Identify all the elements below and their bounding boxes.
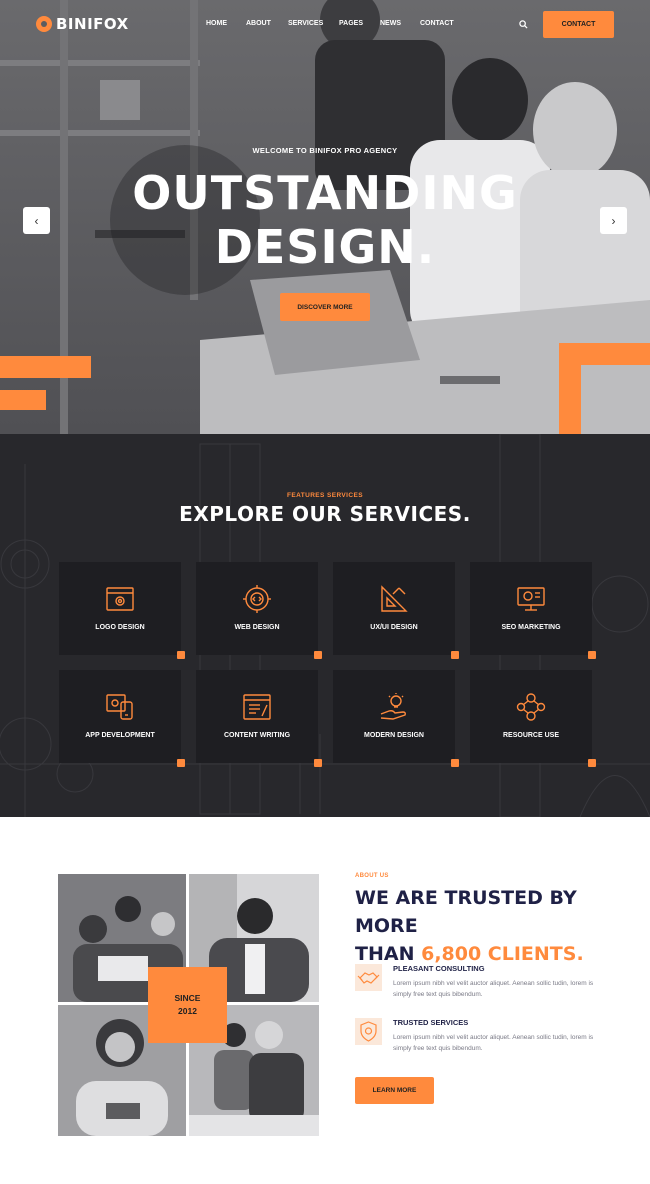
hero-title-line2: DESIGN. <box>214 220 436 274</box>
decorative-corner <box>559 343 650 434</box>
menu-item-contact[interactable]: CONTACT <box>420 20 454 27</box>
document-pen-icon <box>243 694 271 720</box>
services-title: EXPLORE OUR SERVICES. <box>179 502 471 526</box>
decorative-bar <box>0 356 91 378</box>
hero-title-line1: OUTSTANDING <box>132 166 518 220</box>
card-corner-accent <box>177 651 185 659</box>
discover-more-button[interactable]: DISCOVER MORE <box>280 293 370 321</box>
menu-item-services[interactable]: SERVICES <box>288 20 339 27</box>
feature-title: PLEASANT CONSULTING <box>393 964 485 973</box>
card-corner-accent <box>588 759 596 767</box>
since-year: 2012 <box>178 1006 197 1016</box>
service-label: CONTENT WRITING <box>223 732 291 739</box>
about-title: WE ARE TRUSTED BY MORE THAN 6,800 CLIENT… <box>355 884 625 968</box>
learn-more-button[interactable]: LEARN MORE <box>355 1077 434 1104</box>
about-title-highlight: 6,800 CLIENTS. <box>421 943 584 965</box>
network-people-icon <box>516 693 546 721</box>
monitor-chart-icon <box>517 587 545 611</box>
feature-icon-box <box>355 1018 382 1045</box>
service-card-ux-ui-design[interactable]: UX/UI DESIGN <box>333 562 459 659</box>
feature-title: TRUSTED SERVICES <box>393 1018 469 1027</box>
menu-item-about[interactable]: ABOUT <box>246 20 288 27</box>
card-corner-accent <box>588 651 596 659</box>
about-kicker: ABOUT US <box>355 873 389 879</box>
service-card-modern-design[interactable]: MODERN DESIGN <box>333 670 459 767</box>
service-card-content-writing[interactable]: CONTENT WRITING <box>196 670 322 767</box>
handshake-icon <box>357 972 380 984</box>
logo-icon <box>36 16 52 32</box>
main-menu: HOME ABOUT SERVICES PAGES NEWS CONTACT <box>206 20 454 27</box>
card-corner-accent <box>314 651 322 659</box>
service-card-resource-use[interactable]: RESOURCE USE <box>470 670 596 767</box>
top-navigation: BINIFOX HOME ABOUT SERVICES PAGES NEWS C… <box>0 0 650 50</box>
card-corner-accent <box>314 759 322 767</box>
about-title-part1: WE ARE TRUSTED BY MORE <box>355 887 577 937</box>
service-card-seo-marketing[interactable]: SEO MARKETING <box>470 562 596 659</box>
hero-slider: BINIFOX HOME ABOUT SERVICES PAGES NEWS C… <box>0 0 650 434</box>
card-corner-accent <box>177 759 185 767</box>
services-kicker: FEATURES SERVICES <box>287 492 363 499</box>
feature-text: Lorem ipsum nibh vel velit auctor alique… <box>393 1034 594 1052</box>
hero-title: OUTSTANDING DESIGN. <box>0 166 650 274</box>
since-label: SINCE <box>174 993 201 1003</box>
gear-code-icon <box>243 585 271 613</box>
hand-bulb-icon <box>380 693 406 720</box>
contact-button[interactable]: CONTACT <box>543 11 614 38</box>
feature-icon-box <box>355 964 382 991</box>
card-corner-accent <box>451 759 459 767</box>
hero-subtitle: WELCOME TO BINIFOX PRO AGENCY <box>252 146 398 155</box>
shield-gear-icon <box>360 1021 377 1042</box>
browser-gear-icon <box>106 587 134 611</box>
brand-name: BINIFOX <box>56 15 129 33</box>
service-label: MODERN DESIGN <box>364 732 424 739</box>
search-icon[interactable] <box>519 20 528 29</box>
service-label: RESOURCE USE <box>502 732 559 739</box>
service-card-web-design[interactable]: WEB DESIGN <box>196 562 322 659</box>
about-title-part2: THAN <box>355 943 415 965</box>
service-label: LOGO DESIGN <box>95 624 145 631</box>
service-card-logo-design[interactable]: LOGO DESIGN <box>59 562 185 659</box>
service-label: UX/UI DESIGN <box>370 624 418 631</box>
since-badge: SINCE 2012 <box>148 967 227 1043</box>
app-devices-icon <box>106 694 133 720</box>
menu-item-home[interactable]: HOME <box>206 20 246 27</box>
brand-logo[interactable]: BINIFOX <box>36 15 129 33</box>
service-label: APP DEVELOPMENT <box>85 732 155 739</box>
service-label: WEB DESIGN <box>234 624 280 631</box>
ruler-pencil-icon <box>381 585 408 612</box>
menu-item-pages[interactable]: PAGES <box>339 20 380 27</box>
feature-text: Lorem ipsum nibh vel velit auctor alique… <box>393 980 594 998</box>
service-card-app-development[interactable]: APP DEVELOPMENT <box>59 670 185 767</box>
about-section: SINCE 2012 ABOUT US WE ARE TRUSTED BY MO… <box>0 817 650 1184</box>
services-section: FEATURES SERVICES EXPLORE OUR SERVICES. … <box>0 434 650 817</box>
service-label: SEO MARKETING <box>501 624 561 631</box>
card-corner-accent <box>451 651 459 659</box>
decorative-bar <box>0 390 46 410</box>
menu-item-news[interactable]: NEWS <box>380 20 420 27</box>
